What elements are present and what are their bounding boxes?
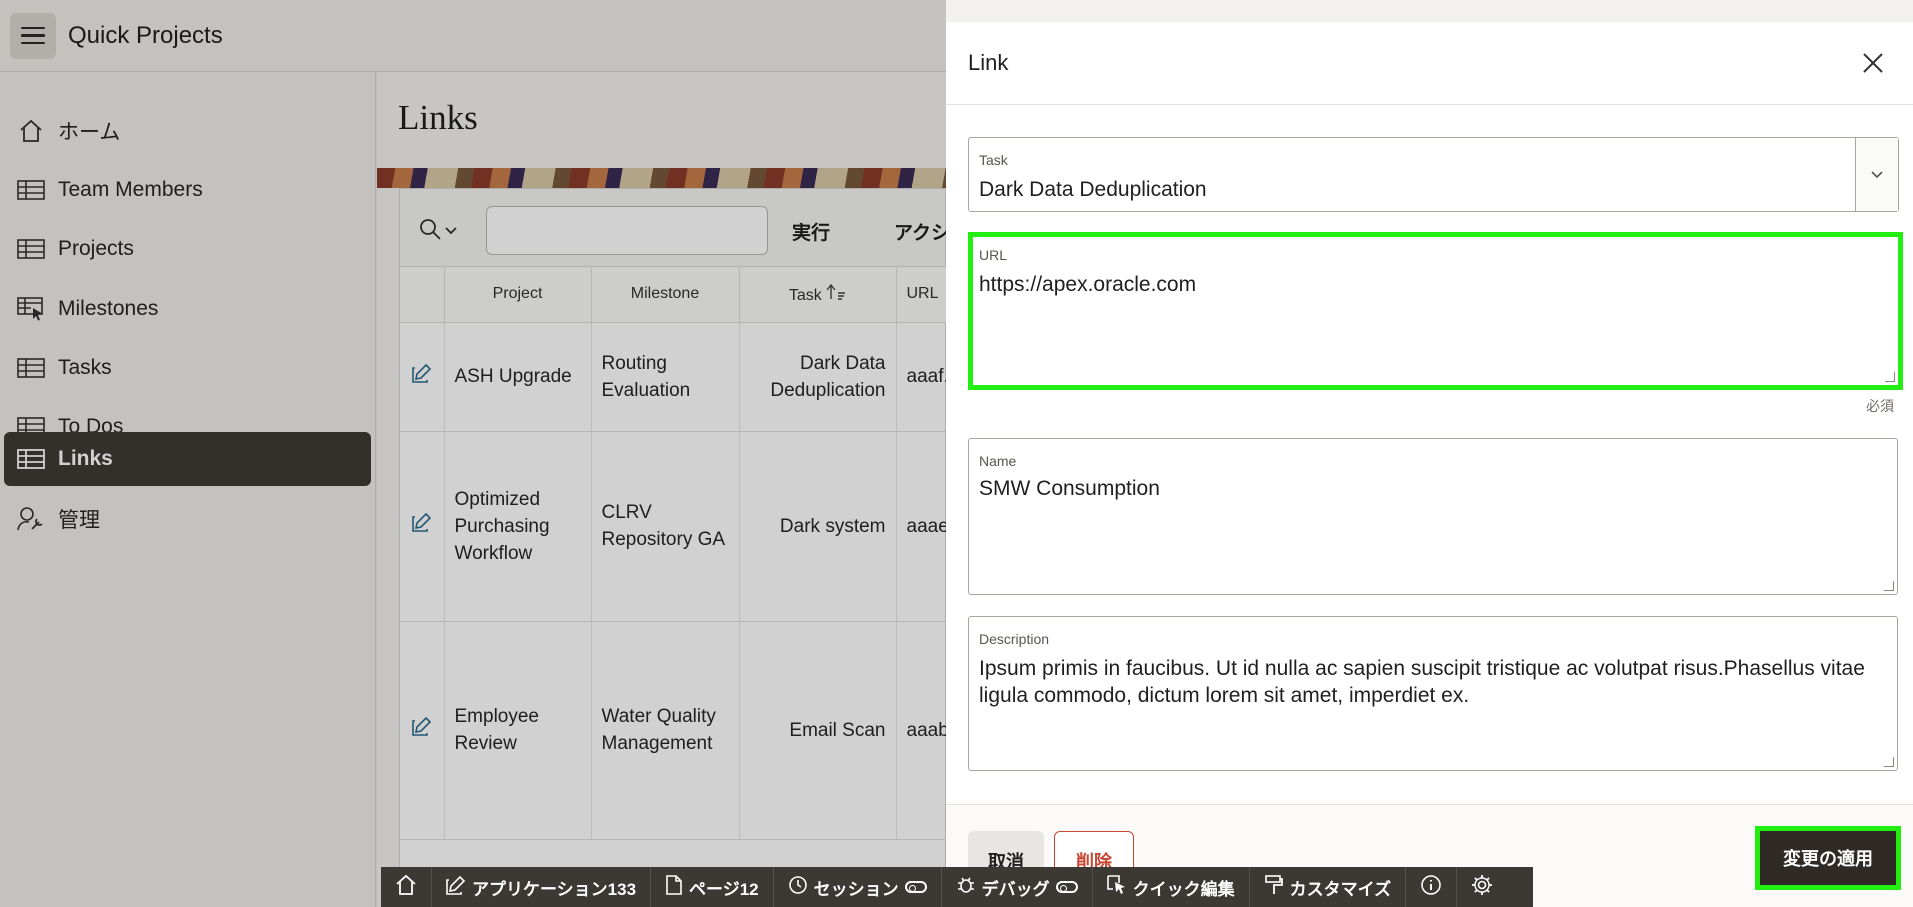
- gear-icon: [1471, 874, 1493, 901]
- debug-button[interactable]: デバッグ: [942, 867, 1093, 907]
- resize-handle-icon[interactable]: [1884, 581, 1894, 591]
- name-field[interactable]: Name SMW Consumption: [968, 438, 1898, 595]
- apply-changes-button[interactable]: 変更の適用: [1755, 826, 1901, 890]
- url-field[interactable]: URL https://apex.oracle.com: [968, 232, 1903, 390]
- session-toggle-icon[interactable]: [904, 881, 927, 893]
- debug-label: デバッグ: [981, 879, 1050, 899]
- cursor-select-icon: [1106, 874, 1127, 900]
- required-indicator: 必須: [1866, 398, 1894, 414]
- developer-toolbar: アプリケーション133 ページ12 セッション デバッグ クイック編集 カスタマ…: [381, 867, 1533, 907]
- page-edit-icon: [665, 874, 683, 900]
- description-label: Description: [979, 631, 1050, 647]
- name-label: Name: [979, 453, 1017, 469]
- bug-icon: [956, 875, 976, 900]
- close-icon[interactable]: [1858, 48, 1888, 78]
- dialog-header: Link: [946, 22, 1913, 105]
- resize-handle-icon[interactable]: [1884, 757, 1894, 767]
- dialog-title: Link: [968, 50, 1009, 75]
- info-icon: [1420, 874, 1442, 901]
- task-label: Task: [979, 152, 1008, 168]
- name-value: SMW Consumption: [979, 477, 1160, 500]
- chevron-down-icon[interactable]: [1855, 138, 1898, 211]
- description-field[interactable]: Description Ipsum primis in faucibus. Ut…: [968, 616, 1898, 771]
- page-label: ページ12: [689, 879, 759, 899]
- url-label: URL: [979, 247, 1008, 263]
- customize-label: カスタマイズ: [1289, 879, 1392, 899]
- paint-roller-icon: [1264, 874, 1284, 900]
- url-value: https://apex.oracle.com: [979, 273, 1197, 296]
- quick-edit-label: クイック編集: [1132, 879, 1235, 899]
- session-button[interactable]: セッション: [774, 867, 942, 907]
- quick-edit-button[interactable]: クイック編集: [1093, 867, 1250, 907]
- task-select[interactable]: Task Dark Data Deduplication: [968, 137, 1899, 212]
- resize-handle-icon[interactable]: [1885, 372, 1895, 382]
- info-button[interactable]: [1406, 867, 1458, 907]
- customize-button[interactable]: カスタマイズ: [1250, 867, 1407, 907]
- dialog-top-strip: [946, 0, 1913, 22]
- session-label: セッション: [813, 879, 899, 899]
- clock-icon: [788, 875, 808, 900]
- debug-toggle-icon[interactable]: [1055, 881, 1078, 893]
- application-label: アプリケーション133: [472, 879, 637, 899]
- home-icon: [395, 874, 417, 901]
- application-button[interactable]: アプリケーション133: [432, 867, 652, 907]
- modal-overlay[interactable]: [0, 0, 946, 907]
- link-dialog: Link Task Dark Data Deduplication URL ht…: [946, 22, 1913, 907]
- task-value: Dark Data Deduplication: [979, 178, 1207, 201]
- description-value: Ipsum primis in faucibus. Ut id nulla ac…: [979, 657, 1865, 707]
- edit-icon: [446, 875, 466, 900]
- settings-button[interactable]: [1457, 867, 1507, 907]
- page-button[interactable]: ページ12: [651, 867, 774, 907]
- home-button[interactable]: [381, 867, 432, 907]
